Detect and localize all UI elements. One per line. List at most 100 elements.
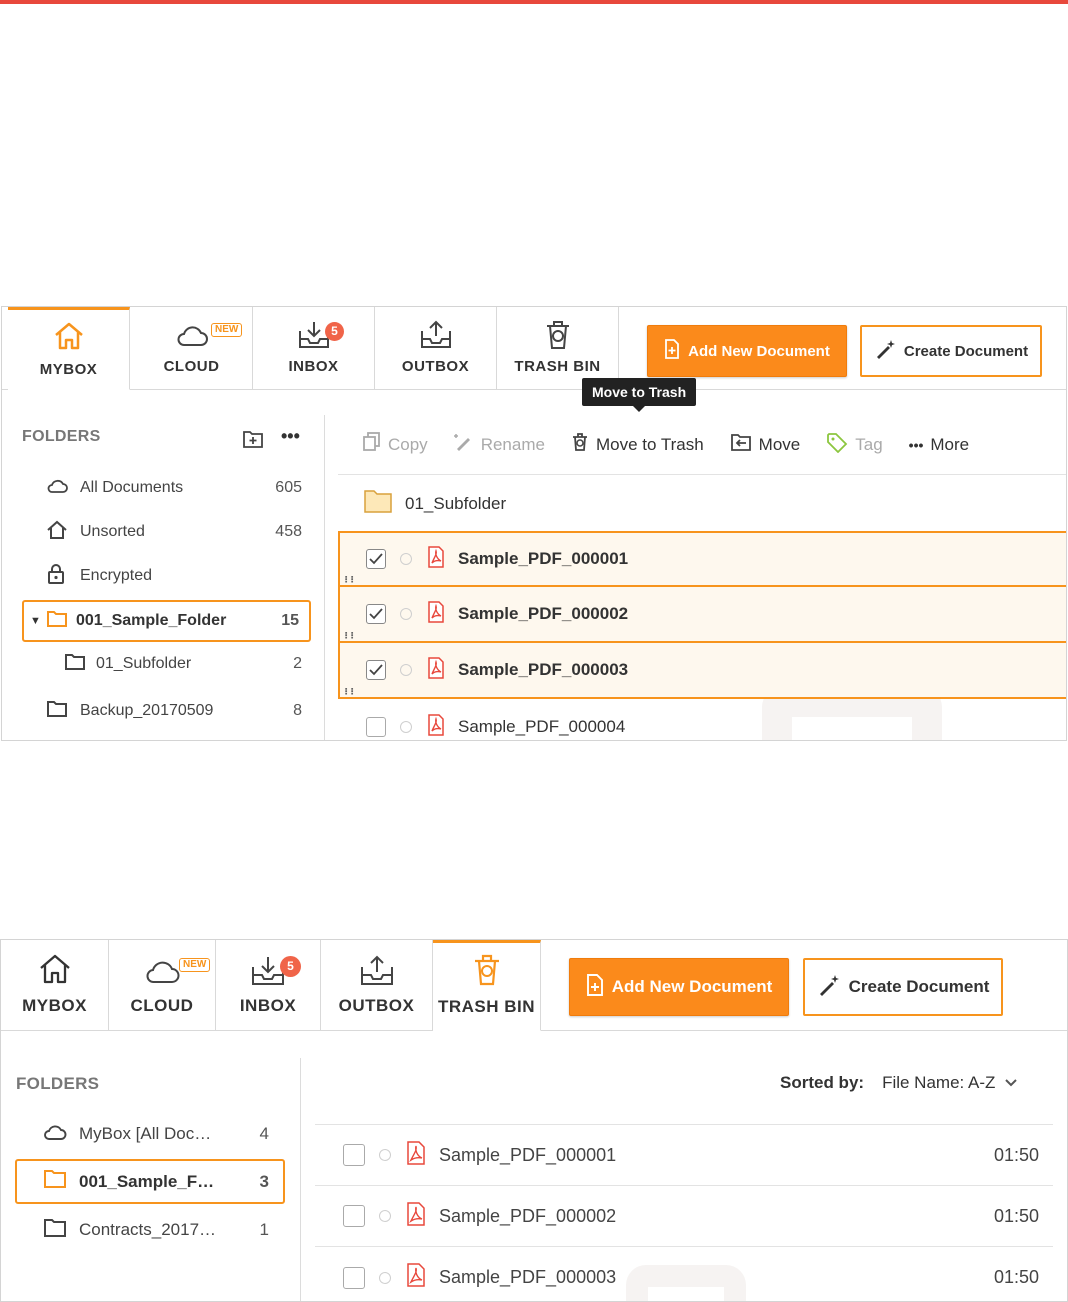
tab-label: MYBOX <box>39 361 98 378</box>
sidebar-item-mybox-all-documents[interactable]: MyBox [All Doc… 4 <box>43 1120 269 1148</box>
pdf-icon <box>405 1201 439 1231</box>
sidebar-item-count: 605 <box>275 479 302 496</box>
magic-pen-icon <box>874 338 896 364</box>
tab-trash-bin[interactable]: TRASH BIN <box>497 307 619 389</box>
sidebar-item-001-sample-folder[interactable]: ▼ 001_Sample_Folder 15 <box>22 600 311 642</box>
sidebar-item-backup[interactable]: Backup_20170509 8 <box>46 698 302 724</box>
tab-inbox[interactable]: 5 INBOX <box>253 307 375 389</box>
subfolder-row[interactable]: 01_Subfolder <box>338 476 1066 531</box>
sidebar-item-unsorted[interactable]: Unsorted 458 <box>46 519 302 545</box>
tab-trash-bin[interactable]: TRASH BIN <box>433 940 541 1031</box>
tab-mybox[interactable]: MYBOX <box>8 307 130 390</box>
more-button[interactable]: ••• More <box>909 435 969 455</box>
file-time: 01:50 <box>993 1205 1039 1226</box>
sidebar-item-label: Contracts_2017… <box>79 1220 217 1239</box>
sidebar-item-encrypted[interactable]: Encrypted <box>46 563 302 589</box>
row-checkbox[interactable] <box>366 660 386 680</box>
inbox-count-badge: 5 <box>280 956 301 977</box>
row-checkbox[interactable] <box>343 1205 365 1227</box>
file-row[interactable]: Sample_PDF_000003 ⠇⠇ <box>338 643 1066 699</box>
row-checkbox[interactable] <box>343 1144 365 1166</box>
sidebar-item-count: 458 <box>275 523 302 540</box>
status-dot <box>400 608 412 620</box>
file-row[interactable]: Sample_PDF_000004 <box>338 699 1066 740</box>
tab-outbox[interactable]: OUTBOX <box>321 940 433 1030</box>
more-icon[interactable]: ••• <box>281 426 300 447</box>
sidebar-item-label: All Documents <box>80 479 184 496</box>
sidebar-item-count: 3 <box>259 1171 269 1191</box>
add-document-icon <box>664 339 680 363</box>
pdf-icon <box>426 600 458 628</box>
status-dot <box>400 664 412 676</box>
sort-value: File Name: A-Z <box>882 1073 996 1092</box>
sidebar-item-label: Backup_20170509 <box>80 702 214 719</box>
sorted-by-label: Sorted by: <box>780 1073 865 1092</box>
trash-icon <box>433 953 540 987</box>
caret-down-icon[interactable]: ▼ <box>30 615 46 627</box>
row-checkbox[interactable] <box>366 604 386 624</box>
sidebar-item-01-subfolder[interactable]: 01_Subfolder 2 <box>64 651 302 677</box>
home-icon <box>1 952 108 986</box>
cloud-icon <box>43 1123 79 1146</box>
sidebar-item-all-documents[interactable]: All Documents 605 <box>46 475 302 501</box>
sidebar-item-count: 4 <box>259 1124 269 1143</box>
file-row[interactable]: Sample_PDF_000002 01:50 <box>315 1186 1053 1247</box>
tab-cloud[interactable]: NEW CLOUD <box>131 307 253 389</box>
magic-pen-icon <box>817 973 841 1002</box>
drag-handle-icon[interactable]: ⠇⠇ <box>344 688 357 697</box>
tab-cloud[interactable]: NEW CLOUD <box>109 940 216 1030</box>
create-document-button[interactable]: Create Document <box>860 325 1042 377</box>
row-checkbox[interactable] <box>366 549 386 569</box>
sidebar-item-label: 001_Sample_Folder <box>76 612 227 629</box>
tab-outbox[interactable]: OUTBOX <box>375 307 497 389</box>
drag-handle-icon[interactable]: ⠇⠇ <box>344 632 357 641</box>
folder-icon <box>64 653 96 676</box>
tab-mybox[interactable]: MYBOX <box>1 940 109 1030</box>
tab-bar: MYBOX NEW CLOUD 5 INBOX OUTBOX TRASH BIN… <box>1 940 1067 1031</box>
sidebar-item-label: MyBox [All Doc… <box>79 1124 212 1143</box>
tab-inbox[interactable]: 5 INBOX <box>216 940 321 1030</box>
new-folder-icon[interactable] <box>242 429 264 454</box>
add-new-document-button[interactable]: Add New Document <box>647 325 847 377</box>
file-row[interactable]: Sample_PDF_000003 01:50 <box>315 1247 1053 1301</box>
more-icon: ••• <box>908 436 924 453</box>
new-badge: NEW <box>179 958 211 972</box>
sidebar-item-count: 8 <box>293 702 302 719</box>
folder-icon <box>46 700 80 723</box>
sort-control[interactable]: Sorted by: File Name: A-Z <box>780 1073 1018 1093</box>
create-document-button[interactable]: Create Document <box>803 958 1003 1016</box>
copy-button[interactable]: Copy <box>363 432 428 457</box>
file-row[interactable]: Sample_PDF_000002 ⠇⠇ <box>338 587 1066 643</box>
move-button[interactable]: Move <box>730 432 801 457</box>
move-to-trash-button[interactable]: Move to Trash <box>571 432 704 457</box>
outbox-icon <box>321 954 432 988</box>
row-checkbox[interactable] <box>343 1266 365 1289</box>
file-row[interactable]: Sample_PDF_000001 01:50 <box>315 1125 1053 1186</box>
sidebar-item-label: 01_Subfolder <box>96 655 192 672</box>
tag-button[interactable]: Tag <box>826 431 883 458</box>
sidebar-item-contracts[interactable]: Contracts_2017… 1 <box>43 1216 269 1244</box>
tab-label: INBOX <box>288 358 339 375</box>
tab-label: CLOUD <box>130 996 194 1015</box>
row-checkbox[interactable] <box>366 717 386 737</box>
status-dot <box>379 1271 391 1284</box>
folders-title: FOLDERS <box>22 428 101 445</box>
tab-label: OUTBOX <box>338 996 415 1015</box>
tab-bar: MYBOX NEW CLOUD 5 INBOX OUTBOX TRASH BIN… <box>2 307 1066 390</box>
sidebar-item-001-sample-folder[interactable]: 001_Sample_F… 3 <box>15 1159 285 1204</box>
drag-handle-icon[interactable]: ⠇⠇ <box>344 576 357 585</box>
file-time: 01:50 <box>993 1144 1039 1165</box>
tab-label: INBOX <box>239 996 297 1015</box>
inbox-icon <box>216 954 320 988</box>
rename-button[interactable]: Rename <box>453 432 545 457</box>
mybox-screenshot: MYBOX NEW CLOUD 5 INBOX OUTBOX TRASH BIN… <box>1 306 1067 741</box>
file-name: Sample_PDF_000002 <box>458 604 629 623</box>
home-icon <box>8 320 129 352</box>
cloud-icon <box>46 478 80 499</box>
file-name: Sample_PDF_000001 <box>439 1144 617 1165</box>
tab-label: CLOUD <box>163 358 220 375</box>
pdf-icon <box>405 1140 439 1170</box>
file-row[interactable]: Sample_PDF_000001 ⠇⠇ <box>338 531 1066 587</box>
action-label: Move <box>758 434 801 454</box>
add-new-document-button[interactable]: Add New Document <box>569 958 789 1016</box>
